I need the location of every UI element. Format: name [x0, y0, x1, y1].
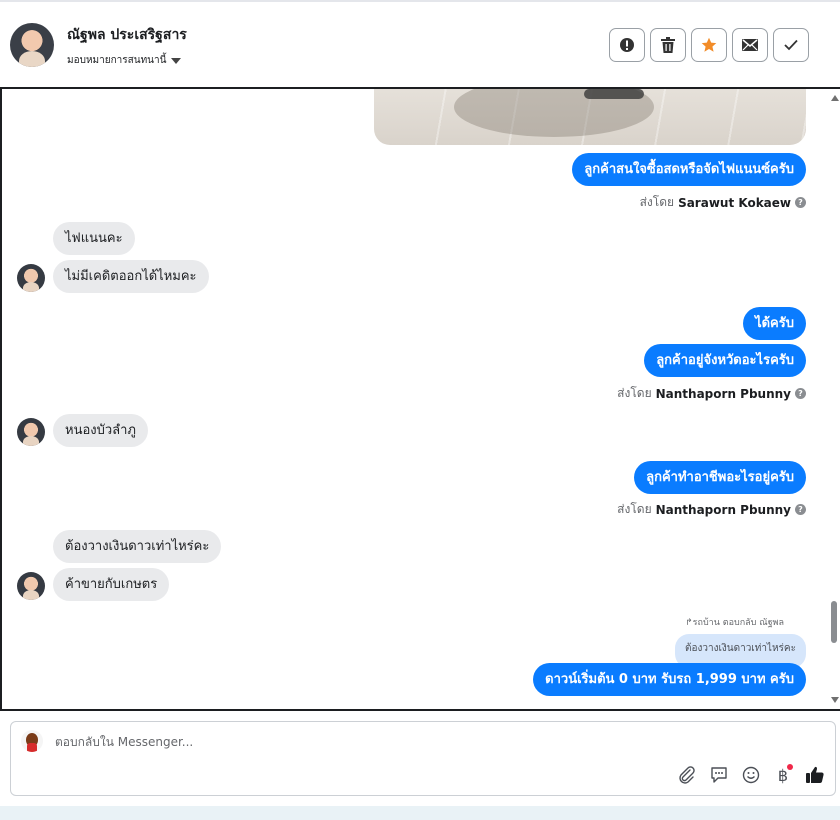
contact-avatar[interactable] [10, 23, 54, 67]
sent-by-label: ส่งโดย Sarawut Kokaew ? [640, 193, 806, 212]
page-avatar [21, 730, 43, 752]
assign-label: มอบหมายการสนทนานี้ [67, 55, 167, 66]
saved-reply-icon [711, 767, 727, 783]
like-button[interactable] [805, 765, 825, 785]
emoji-icon [742, 766, 760, 784]
emoji-button[interactable] [741, 765, 761, 785]
reply-context-text: รถบ้าน ตอบกลับ ณัฐพล [692, 618, 784, 628]
sent-by-prefix: ส่งโดย [617, 386, 652, 400]
message-bubble-incoming[interactable]: ไม่มีเคดิตออกได้ไหมคะ [53, 260, 209, 293]
message-bubble-outgoing[interactable]: ได้ครับ [743, 307, 806, 340]
mail-button[interactable] [732, 28, 768, 62]
message-thread[interactable]: ลูกค้าสนใจซื้อสดหรือจัดไฟแนนซ์ครับ ส่งโด… [0, 87, 840, 711]
mark-spam-button[interactable] [609, 28, 645, 62]
contact-avatar-small [17, 418, 45, 446]
sent-by-label: ส่งโดย Nanthaporn Pbunny ? [617, 500, 806, 519]
paperclip-icon [679, 766, 695, 784]
message-bubble-incoming[interactable]: ไฟแนนคะ [53, 222, 135, 255]
caret-down-icon [171, 57, 182, 64]
message-bubble-incoming[interactable]: ต้องวางเงินดาวเท่าไหร่คะ [53, 530, 222, 563]
sender-name: Nanthaporn Pbunny [655, 502, 791, 517]
contact-avatar-small [17, 572, 45, 600]
check-icon [784, 39, 798, 51]
message-bubble-outgoing[interactable]: ลูกค้าสนใจซื้อสดหรือจัดไฟแนนซ์ครับ [572, 153, 806, 186]
shared-photo[interactable] [374, 89, 806, 145]
mark-done-button[interactable] [773, 28, 809, 62]
notification-dot [787, 764, 793, 770]
sender-name: Nanthaporn Pbunny [655, 386, 791, 401]
assign-conversation-dropdown[interactable]: มอบหมายการสนทนานี้ [67, 53, 182, 68]
help-icon[interactable]: ? [795, 388, 806, 399]
conversation-header: ณัฐพล ประเสริฐสาร มอบหมายการสนทนานี้ [0, 2, 840, 86]
reply-arrow-icon: ↱ [685, 618, 693, 628]
scroll-down-icon[interactable] [831, 697, 839, 703]
contact-avatar-small [17, 264, 45, 292]
payment-button[interactable]: ฿ [773, 764, 793, 785]
sent-by-prefix: ส่งโดย [639, 195, 675, 209]
help-icon[interactable]: ? [795, 197, 806, 208]
footer-strip [0, 806, 840, 820]
attach-button[interactable] [677, 765, 697, 785]
message-bubble-outgoing[interactable]: ดาวน์เริ่มต้น 0 บาท รับรถ 1,999 บาท ครับ [533, 663, 806, 696]
mail-icon [742, 39, 758, 51]
message-bubble-outgoing[interactable]: ลูกค้าทำอาชีพอะไรอยู่ครับ [634, 461, 806, 494]
scrollbar-thumb[interactable] [831, 601, 837, 643]
sender-name: Sarawut Kokaew [678, 195, 791, 210]
sent-by-prefix: ส่งโดย [617, 502, 652, 516]
message-bubble-incoming[interactable]: หนองบัวลำภู [53, 414, 148, 447]
thumbs-up-icon [806, 766, 824, 783]
header-actions [609, 28, 809, 62]
composer-tools: ฿ [677, 764, 825, 785]
message-bubble-outgoing[interactable]: ลูกค้าอยู่จังหวัดอะไรครับ [644, 344, 806, 377]
contact-name[interactable]: ณัฐพล ประเสริฐสาร [67, 24, 187, 46]
star-icon [701, 37, 717, 52]
sent-by-label: ส่งโดย Nanthaporn Pbunny ? [617, 384, 806, 403]
message-bubble-incoming[interactable]: ค้าขายกับเกษตร [53, 568, 170, 601]
reply-composer: ฿ [10, 721, 836, 796]
star-button[interactable] [691, 28, 727, 62]
saved-replies-button[interactable] [709, 765, 729, 785]
thread-scrollbar[interactable] [830, 89, 840, 709]
reply-input[interactable] [55, 735, 655, 749]
reply-context-label: ↱รถบ้าน ตอบกลับ ณัฐพล [685, 615, 784, 629]
help-icon[interactable]: ? [795, 504, 806, 515]
delete-button[interactable] [650, 28, 686, 62]
scroll-up-icon[interactable] [831, 95, 839, 101]
alert-icon [620, 38, 634, 52]
trash-icon [661, 37, 675, 53]
